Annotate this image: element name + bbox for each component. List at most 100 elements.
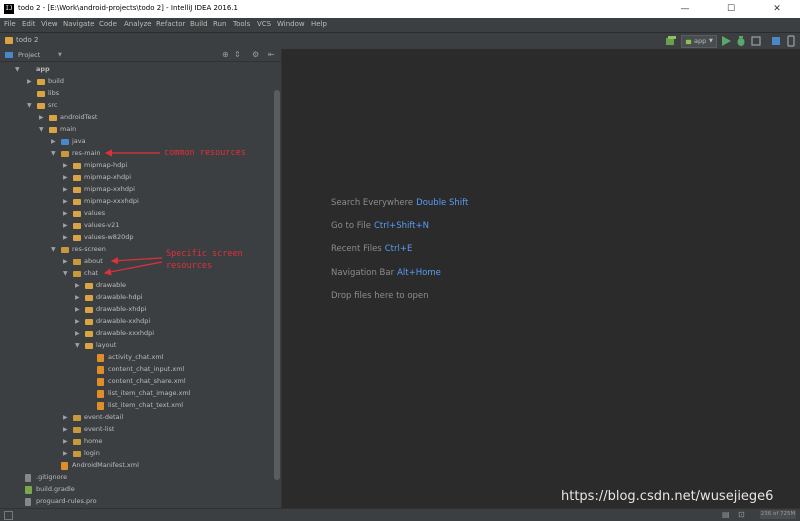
tree-item[interactable]: ▶ login bbox=[0, 448, 273, 460]
minimize-button[interactable]: — bbox=[662, 0, 708, 18]
tree-item[interactable]: ▶ drawable-xxhdpi bbox=[0, 316, 273, 328]
expanded-arrow-icon[interactable]: ▼ bbox=[15, 64, 22, 76]
collapsed-arrow-icon[interactable]: ▶ bbox=[75, 316, 82, 328]
tree-item[interactable]: ▶ mipmap-xxhdpi bbox=[0, 184, 273, 196]
expanded-arrow-icon[interactable]: ▼ bbox=[51, 244, 58, 256]
collapsed-arrow-icon[interactable]: ▶ bbox=[63, 436, 70, 448]
expanded-arrow-icon[interactable]: ▼ bbox=[51, 148, 58, 160]
menu-edit[interactable]: Edit bbox=[22, 20, 36, 28]
collapsed-arrow-icon[interactable]: ▶ bbox=[63, 172, 70, 184]
tree-item-label: layout bbox=[96, 341, 117, 349]
collapsed-arrow-icon[interactable]: ▶ bbox=[63, 220, 70, 232]
tree-item[interactable]: ▶ drawable-xhdpi bbox=[0, 304, 273, 316]
menu-run[interactable]: Run bbox=[213, 20, 226, 28]
tree-item[interactable]: ▶ androidTest bbox=[0, 112, 273, 124]
collapsed-arrow-icon[interactable]: ▶ bbox=[39, 112, 46, 124]
tree-item[interactable]: ▶ values-v21 bbox=[0, 220, 273, 232]
menu-window[interactable]: Window bbox=[277, 20, 305, 28]
menu-refactor[interactable]: Refactor bbox=[156, 20, 185, 28]
menu-analyze[interactable]: Analyze bbox=[124, 20, 152, 28]
menu-tools[interactable]: Tools bbox=[233, 20, 250, 28]
hide-panel-icon[interactable]: ⇤ bbox=[268, 50, 275, 59]
tree-item[interactable]: ▶ build bbox=[0, 76, 273, 88]
collapsed-arrow-icon[interactable]: ▶ bbox=[63, 412, 70, 424]
tool-windows-icon[interactable] bbox=[4, 511, 13, 520]
tree-item[interactable]: ▼ chat bbox=[0, 268, 273, 280]
make-project-icon[interactable] bbox=[665, 35, 677, 47]
tree-item[interactable]: ▶ values-w820dp bbox=[0, 232, 273, 244]
tree-item[interactable]: ▶ drawable bbox=[0, 280, 273, 292]
menu-file[interactable]: File bbox=[4, 20, 16, 28]
tree-item[interactable]: build.gradle bbox=[0, 484, 273, 496]
collapsed-arrow-icon[interactable]: ▶ bbox=[51, 136, 58, 148]
tree-item[interactable]: ▶ mipmap-xxxhdpi bbox=[0, 196, 273, 208]
collapsed-arrow-icon[interactable]: ▶ bbox=[63, 424, 70, 436]
collapsed-arrow-icon[interactable]: ▶ bbox=[75, 292, 82, 304]
editor-area[interactable] bbox=[281, 49, 800, 508]
tree-item[interactable]: .gitignore bbox=[0, 472, 273, 484]
collapsed-arrow-icon[interactable]: ▶ bbox=[63, 232, 70, 244]
maximize-button[interactable]: ☐ bbox=[708, 0, 754, 18]
collapse-icon[interactable]: ⇕ bbox=[234, 50, 241, 59]
run-configuration-select[interactable]: app ▼ bbox=[681, 35, 717, 48]
project-view-selector[interactable]: Project bbox=[18, 51, 40, 59]
sync-icon[interactable]: ⊕ bbox=[222, 50, 229, 59]
close-button[interactable]: ✕ bbox=[754, 0, 800, 18]
menu-help[interactable]: Help bbox=[311, 20, 327, 28]
menu-build[interactable]: Build bbox=[190, 20, 208, 28]
tree-item[interactable]: list_item_chat_text.xml bbox=[0, 400, 273, 412]
tree-item[interactable]: ▶ drawable-xxxhdpi bbox=[0, 328, 273, 340]
tree-scrollbar[interactable] bbox=[273, 62, 281, 508]
avd-manager-icon[interactable] bbox=[785, 35, 797, 47]
tree-item[interactable]: ▶ home bbox=[0, 436, 273, 448]
tree-item[interactable]: ▶ java bbox=[0, 136, 273, 148]
expanded-arrow-icon[interactable]: ▼ bbox=[39, 124, 46, 136]
tree-item[interactable]: ▼ layout bbox=[0, 340, 273, 352]
tree-item[interactable]: ▶ mipmap-hdpi bbox=[0, 160, 273, 172]
collapsed-arrow-icon[interactable]: ▶ bbox=[63, 208, 70, 220]
debug-icon[interactable] bbox=[735, 35, 747, 47]
tree-item[interactable]: ▶ event-detail bbox=[0, 412, 273, 424]
collapsed-arrow-icon[interactable]: ▶ bbox=[63, 256, 70, 268]
tree-item[interactable]: content_chat_share.xml bbox=[0, 376, 273, 388]
collapsed-arrow-icon[interactable]: ▶ bbox=[75, 280, 82, 292]
event-log-icon[interactable]: ▤ bbox=[722, 510, 730, 519]
expanded-arrow-icon[interactable]: ▼ bbox=[63, 268, 70, 280]
expanded-arrow-icon[interactable]: ▼ bbox=[27, 100, 34, 112]
menu-navigate[interactable]: Navigate bbox=[63, 20, 94, 28]
tree-item[interactable]: ▼ src bbox=[0, 100, 273, 112]
tree-item[interactable]: ▼ main bbox=[0, 124, 273, 136]
xml-icon bbox=[97, 390, 104, 398]
tree-item[interactable]: libs bbox=[0, 88, 273, 100]
tree-item[interactable]: activity_chat.xml bbox=[0, 352, 273, 364]
collapsed-arrow-icon[interactable]: ▶ bbox=[63, 184, 70, 196]
collapsed-arrow-icon[interactable]: ▶ bbox=[63, 448, 70, 460]
tree-item[interactable]: ▶ drawable-hdpi bbox=[0, 292, 273, 304]
attach-debugger-icon[interactable] bbox=[750, 35, 762, 47]
tree-item[interactable]: content_chat_input.xml bbox=[0, 364, 273, 376]
tree-item[interactable]: proguard-rules.pro bbox=[0, 496, 273, 508]
tree-item[interactable]: ▶ event-list bbox=[0, 424, 273, 436]
sdk-manager-icon[interactable] bbox=[770, 35, 782, 47]
menu-code[interactable]: Code bbox=[99, 20, 117, 28]
breadcrumb-project[interactable]: todo 2 bbox=[16, 36, 38, 44]
collapsed-arrow-icon[interactable]: ▶ bbox=[27, 76, 34, 88]
collapsed-arrow-icon[interactable]: ▶ bbox=[75, 328, 82, 340]
gear-icon[interactable]: ⚙ bbox=[252, 50, 259, 59]
tree-item[interactable]: AndroidManifest.xml bbox=[0, 460, 273, 472]
menu-view[interactable]: View bbox=[41, 20, 58, 28]
collapsed-arrow-icon[interactable]: ▶ bbox=[75, 304, 82, 316]
expanded-arrow-icon[interactable]: ▼ bbox=[75, 340, 82, 352]
chevron-down-icon[interactable]: ▼ bbox=[58, 52, 62, 58]
tree-item[interactable]: ▼ app bbox=[0, 64, 273, 76]
tree-item[interactable]: list_item_chat_image.xml bbox=[0, 388, 273, 400]
collapsed-arrow-icon[interactable]: ▶ bbox=[63, 196, 70, 208]
collapsed-arrow-icon[interactable]: ▶ bbox=[63, 160, 70, 172]
menu-vcs[interactable]: VCS bbox=[257, 20, 271, 28]
lock-icon[interactable]: ⊡ bbox=[738, 510, 745, 519]
run-icon[interactable] bbox=[720, 35, 732, 47]
scrollbar-thumb[interactable] bbox=[274, 90, 280, 480]
tree-item[interactable]: ▶ mipmap-xhdpi bbox=[0, 172, 273, 184]
memory-indicator[interactable]: 236 of 725M bbox=[760, 510, 796, 519]
tree-item[interactable]: ▶ values bbox=[0, 208, 273, 220]
